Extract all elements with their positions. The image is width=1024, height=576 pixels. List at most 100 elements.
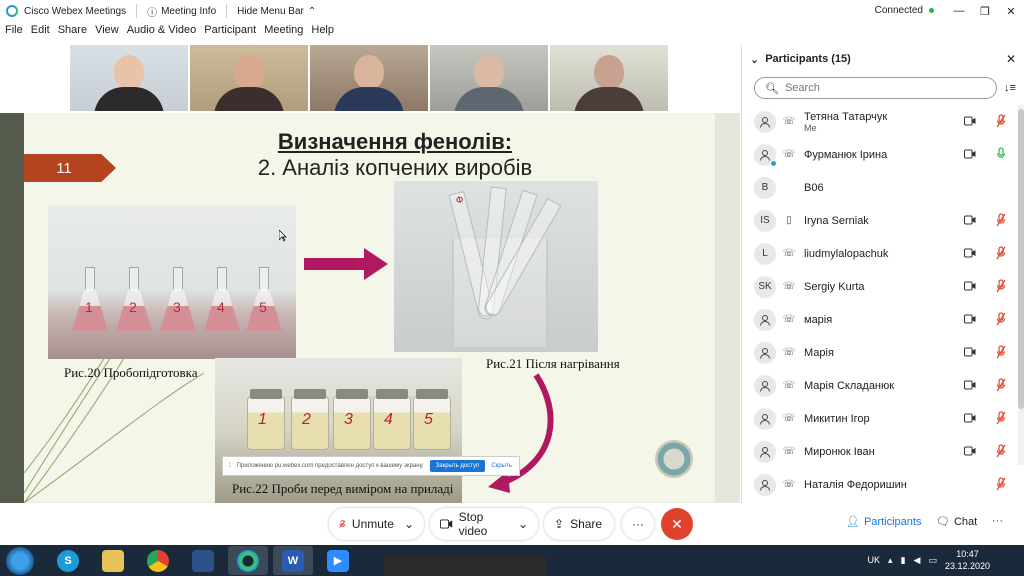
audio-connection-icon: ☏	[782, 413, 796, 424]
participant-row[interactable]: L ☏ liudmylalopachuk	[742, 237, 1017, 270]
participant-row[interactable]: ☏ Марія	[742, 336, 1017, 369]
participant-name-text: Наталія Федоришин	[804, 478, 907, 491]
meeting-control-bar: Unmute ⌄ Stop video ⌄ ⇪ Share ··· ✕ 👤︎ P…	[0, 503, 1024, 545]
participant-body	[334, 87, 404, 111]
participant-name-text: марія	[804, 313, 833, 326]
menu-view[interactable]: View	[95, 24, 119, 42]
language-indicator[interactable]: UK	[868, 555, 881, 565]
participant-name-text: Микитин Ігор	[804, 412, 870, 425]
chevron-down-icon[interactable]: ⌄	[750, 53, 759, 66]
start-button-icon[interactable]	[6, 546, 34, 575]
participant-row[interactable]: ☏ Наталія Федоришин	[742, 468, 1017, 501]
taskbar-zoom[interactable]: ▶	[318, 546, 358, 575]
menu-help[interactable]: Help	[311, 24, 334, 42]
menu-share[interactable]: Share	[58, 24, 87, 42]
system-tray: UK ▴ ▮ ◀ ▭ 10:47 23.12.2020	[868, 548, 990, 572]
battery-icon[interactable]: ▭	[928, 555, 937, 566]
taskbar-clock[interactable]: 10:47 23.12.2020	[945, 548, 990, 572]
hide-menu-bar-button[interactable]: Hide Menu Bar ⌃	[237, 6, 316, 17]
menu-participant[interactable]: Participant	[204, 24, 256, 42]
participant-row[interactable]: IS ▯ Iryna Serniak	[742, 204, 1017, 237]
drag-handle-icon[interactable]: ⁞	[229, 463, 231, 469]
stop-sharing-button[interactable]: Закрыть доступ	[429, 460, 486, 472]
connection-status-label: Connected	[874, 5, 923, 16]
mic-muted-icon[interactable]	[996, 378, 1006, 392]
menu-audio-video[interactable]: Audio & Video	[127, 24, 197, 42]
more-options-button[interactable]: ···	[622, 508, 654, 540]
taskbar-explorer[interactable]	[93, 546, 133, 575]
participant-row[interactable]: ☏ марія	[742, 303, 1017, 336]
chevron-down-icon[interactable]: ⌄	[518, 517, 528, 531]
video-thumbnail[interactable]	[190, 45, 308, 111]
panel-more-button[interactable]: ···	[992, 515, 1003, 527]
minimize-icon[interactable]: —	[946, 0, 972, 22]
mic-muted-icon[interactable]	[996, 213, 1006, 227]
participant-face	[234, 55, 264, 89]
mic-muted-icon[interactable]	[996, 477, 1006, 491]
participant-body	[574, 87, 644, 111]
video-thumbnail[interactable]	[430, 45, 548, 111]
menu-file[interactable]: File	[5, 24, 23, 42]
close-window-icon[interactable]: ✕	[998, 0, 1024, 22]
participant-row[interactable]: ☏ Тетяна Татарчук Me	[742, 105, 1017, 138]
chat-toggle-button[interactable]: 🗨︎ Chat	[936, 515, 977, 529]
volume-icon[interactable]: ◀	[914, 555, 921, 566]
mic-muted-icon[interactable]	[996, 444, 1006, 458]
mic-muted-icon[interactable]	[996, 246, 1006, 260]
restore-icon[interactable]: ❐	[972, 0, 998, 22]
app-name: Cisco Webex Meetings	[24, 5, 127, 17]
ellipsis-icon: ···	[632, 517, 644, 531]
mic-muted-icon[interactable]	[996, 114, 1006, 128]
close-panel-icon[interactable]: ✕	[1006, 52, 1016, 66]
mic-muted-icon[interactable]	[996, 411, 1006, 425]
participants-toggle-label: Participants	[863, 515, 922, 528]
network-icon[interactable]: ▮	[901, 555, 906, 566]
connection-status: Connected	[875, 5, 934, 16]
participant-face	[114, 55, 144, 89]
hide-notice-button[interactable]: Скрыть	[491, 463, 511, 469]
participant-row[interactable]: B B06	[742, 171, 1017, 204]
mic-muted-icon[interactable]	[996, 279, 1006, 293]
flask-label: 1	[85, 299, 93, 315]
mic-muted-icon[interactable]	[996, 345, 1006, 359]
search-icon: 🔍︎	[765, 82, 779, 95]
participant-search-input[interactable]	[784, 82, 985, 94]
share-button[interactable]: ⇪ Share	[544, 508, 614, 540]
chat-icon: 🗨︎	[936, 516, 950, 528]
taskbar-skype[interactable]: S	[48, 546, 88, 575]
tray-arrow-icon[interactable]: ▴	[888, 555, 893, 566]
taskbar-word[interactable]: W	[273, 546, 313, 575]
video-camera-icon	[964, 248, 976, 258]
mic-muted-icon[interactable]	[996, 312, 1006, 326]
flask: 5	[246, 267, 282, 331]
stop-video-button[interactable]: Stop video ⌄	[430, 508, 538, 540]
participants-toggle-button[interactable]: 👤︎ Participants	[846, 515, 922, 529]
video-thumbnail[interactable]	[70, 45, 188, 111]
meeting-info-button[interactable]: ⓘ Meeting Info	[147, 4, 216, 19]
chevron-down-icon[interactable]: ⌄	[404, 517, 414, 531]
unmute-button[interactable]: Unmute ⌄	[329, 508, 424, 540]
participant-name-text: Марія Складанюк	[804, 379, 895, 392]
video-camera-icon	[964, 380, 976, 390]
participants-scrollbar[interactable]	[1018, 105, 1024, 465]
menu-meeting[interactable]: Meeting	[264, 24, 303, 42]
participant-row[interactable]: ☏ Миронюк Іван	[742, 435, 1017, 468]
participants-panel-header: ⌄ Participants (15) ✕	[742, 45, 1024, 73]
word-icon: W	[282, 549, 304, 572]
participant-row[interactable]: ☏ Микитин Ігор	[742, 402, 1017, 435]
sort-icon[interactable]: ↓≡	[1004, 82, 1016, 94]
meeting-info-label: Meeting Info	[161, 5, 217, 17]
participant-row[interactable]: SK ☏ Sergiy Kurta	[742, 270, 1017, 303]
taskbar-webex[interactable]	[228, 546, 268, 575]
participant-name: Тетяна Татарчук Me	[804, 111, 887, 133]
participant-name: Марія Складанюк	[804, 380, 894, 392]
video-thumbnail[interactable]	[310, 45, 428, 111]
participant-row[interactable]: ☏ Марія Складанюк	[742, 369, 1017, 402]
taskbar-save-app[interactable]	[183, 546, 223, 575]
end-call-button[interactable]: ✕	[661, 508, 693, 540]
video-thumbnail[interactable]	[550, 45, 668, 111]
mic-on-icon[interactable]	[996, 147, 1006, 161]
menu-edit[interactable]: Edit	[31, 24, 50, 42]
taskbar-chrome[interactable]	[138, 546, 178, 575]
participant-row[interactable]: ☏ Фурманюк Ірина	[742, 138, 1017, 171]
